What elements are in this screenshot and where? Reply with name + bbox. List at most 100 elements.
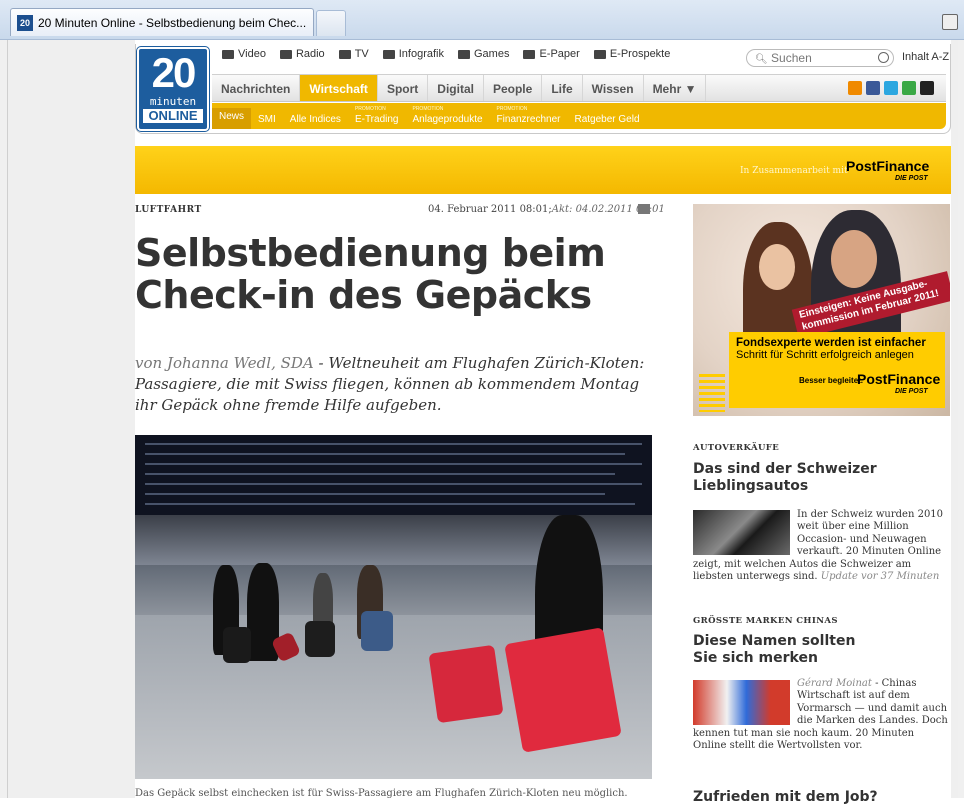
teaser1-rubric: AUTOVERKÄUFE bbox=[693, 443, 780, 453]
subnav-ratgeber-geld[interactable]: Ratgeber Geld bbox=[567, 114, 646, 125]
topnav-video[interactable]: Video bbox=[222, 48, 266, 60]
subnav-smi[interactable]: SMI bbox=[251, 114, 283, 125]
main-nav: Nachrichten Wirtschaft Sport Digital Peo… bbox=[212, 74, 946, 102]
ad-title: Fondsexperte werden ist einfacher bbox=[736, 337, 926, 349]
ad-post: DIE POST bbox=[895, 388, 928, 395]
topnav-radio[interactable]: Radio bbox=[279, 48, 325, 60]
teaser1-thumbnail[interactable] bbox=[693, 510, 790, 555]
search-go-icon[interactable] bbox=[878, 52, 889, 63]
headline-line-2: Check-in des Gepäcks bbox=[135, 273, 592, 317]
suitcase bbox=[223, 627, 251, 663]
article-headline: Selbstbedienung beim Check-in des Gepäck… bbox=[135, 232, 665, 316]
sponsor-text: In Zusammenarbeit mit bbox=[740, 166, 848, 176]
diepost-logo: DIE POST bbox=[895, 175, 928, 182]
subnav-etrading[interactable]: PROMOTION E-Trading bbox=[348, 106, 406, 125]
ad-slogan: Besser begleitet. bbox=[799, 376, 864, 385]
ad-brand: PostFinance bbox=[857, 371, 941, 387]
left-gutter bbox=[0, 40, 8, 798]
suitcase bbox=[305, 621, 335, 657]
logo-minuten: minuten bbox=[149, 95, 197, 108]
sub-nav: News SMI Alle Indices PROMOTION E-Trading… bbox=[212, 103, 946, 129]
social-icons bbox=[848, 81, 934, 95]
inhalt-az-link[interactable]: Inhalt A-Z bbox=[902, 51, 949, 63]
board-row bbox=[145, 453, 625, 455]
browser-tab-bar: 20 20 Minuten Online - Selbstbedienung b… bbox=[0, 0, 964, 40]
teaser1-update: Update vor 37 Minuten bbox=[820, 571, 940, 583]
article-author[interactable]: von Johanna Wedl, SDA bbox=[135, 354, 314, 372]
nav-digital[interactable]: Digital bbox=[428, 75, 484, 101]
topnav-infografik[interactable]: Infografik bbox=[382, 48, 444, 60]
tab-title: 20 Minuten Online - Selbstbedienung beim… bbox=[38, 15, 307, 30]
infografik-icon bbox=[382, 49, 395, 59]
topnav-label: TV bbox=[354, 48, 369, 60]
ad-woman-face bbox=[759, 244, 795, 290]
article-rubric: LUFTFAHRT bbox=[135, 205, 202, 215]
article-lead: von Johanna Wedl, SDA - Weltneuheit am F… bbox=[135, 353, 665, 416]
postfinance-logo[interactable]: PostFinance bbox=[846, 158, 929, 174]
subnav-alle-indices[interactable]: Alle Indices bbox=[283, 114, 348, 125]
suitcase bbox=[361, 611, 393, 651]
games-icon bbox=[458, 49, 470, 59]
departure-board bbox=[135, 435, 652, 515]
teaser2-author: Gérard Moinat bbox=[797, 678, 872, 689]
topnav-games[interactable]: Games bbox=[458, 48, 509, 60]
topnav-epaper[interactable]: E-Paper bbox=[523, 48, 580, 60]
subnav-anlageprodukte[interactable]: PROMOTION Anlageprodukte bbox=[405, 106, 489, 125]
board-row bbox=[145, 503, 635, 505]
nav-wirtschaft[interactable]: Wirtschaft bbox=[300, 75, 378, 101]
print-icon[interactable] bbox=[638, 204, 650, 214]
subnav-finanzrechner[interactable]: PROMOTION Finanzrechner bbox=[490, 106, 568, 125]
ad-textbox: Fondsexperte werden ist einfacher Schrit… bbox=[729, 332, 945, 408]
twitter-icon[interactable] bbox=[884, 81, 898, 95]
board-row bbox=[145, 443, 642, 445]
search-placeholder: Suchen bbox=[771, 51, 812, 65]
topnav-label: Video bbox=[238, 48, 266, 60]
rss-icon[interactable] bbox=[848, 81, 862, 95]
nav-wissen[interactable]: Wissen bbox=[583, 75, 644, 101]
top-nav: Video Radio TV Infografik Games E-Paper … bbox=[222, 48, 670, 60]
site-logo[interactable]: 20 minuten ONLINE bbox=[137, 47, 209, 131]
teaser2-rubric: GRÖSSTE MARKEN CHINAS bbox=[693, 616, 838, 626]
epaper-icon bbox=[523, 49, 536, 59]
nav-life[interactable]: Life bbox=[542, 75, 583, 101]
nav-mehr[interactable]: Mehr ▼ bbox=[644, 75, 707, 101]
postfinance-ad[interactable]: Einsteigen: Keine Ausgabe-kommission im … bbox=[693, 204, 950, 416]
board-row bbox=[145, 483, 642, 485]
subnav-label: Anlageprodukte bbox=[412, 114, 483, 125]
search-input[interactable]: 🔍︎ Suchen bbox=[746, 49, 894, 67]
scrollbar[interactable] bbox=[958, 40, 964, 798]
promo-label: PROMOTION bbox=[496, 106, 528, 112]
nav-nachrichten[interactable]: Nachrichten bbox=[212, 75, 301, 101]
board-row bbox=[145, 473, 615, 475]
nav-sport[interactable]: Sport bbox=[378, 75, 429, 101]
topnav-eprospekte[interactable]: E-Prospekte bbox=[593, 48, 671, 60]
board-row bbox=[145, 493, 605, 495]
topnav-label: Radio bbox=[295, 48, 325, 60]
new-tab-button[interactable] bbox=[316, 10, 346, 36]
search-icon: 🔍︎ bbox=[755, 54, 768, 65]
subnav-news[interactable]: News bbox=[212, 108, 252, 129]
radio-icon bbox=[279, 49, 292, 59]
article-date: 04. Februar 2011 08:01; bbox=[428, 204, 552, 215]
tv-icon bbox=[338, 49, 351, 59]
topnav-label: Games bbox=[474, 48, 510, 60]
facebook-icon[interactable] bbox=[866, 81, 880, 95]
page-menu-icon[interactable] bbox=[942, 14, 958, 30]
video-icon bbox=[222, 49, 234, 59]
topnav-tv[interactable]: TV bbox=[338, 48, 369, 60]
subnav-label: E-Trading bbox=[354, 114, 399, 125]
browser-tab[interactable]: 20 20 Minuten Online - Selbstbedienung b… bbox=[10, 8, 314, 36]
nav-people[interactable]: People bbox=[484, 75, 543, 101]
headline-line-1: Selbstbedienung beim bbox=[135, 231, 606, 275]
podcast-icon[interactable] bbox=[920, 81, 934, 95]
promo-label: PROMOTION bbox=[354, 106, 386, 112]
topnav-label: E-Paper bbox=[539, 48, 580, 60]
teaser2-thumbnail[interactable] bbox=[693, 680, 790, 725]
teaser2-title[interactable]: Diese Namen sollten Sie sich merken bbox=[693, 633, 883, 667]
teaser1-title[interactable]: Das sind der Schweizer Lieblingsautos bbox=[693, 461, 883, 495]
ad-stripes bbox=[699, 374, 725, 412]
ad-subtitle: Schritt für Schritt erfolgreich anlegen bbox=[736, 349, 914, 361]
article-photo[interactable] bbox=[135, 435, 652, 779]
topnav-label: E-Prospekte bbox=[609, 48, 671, 60]
mobile-icon[interactable] bbox=[902, 81, 916, 95]
